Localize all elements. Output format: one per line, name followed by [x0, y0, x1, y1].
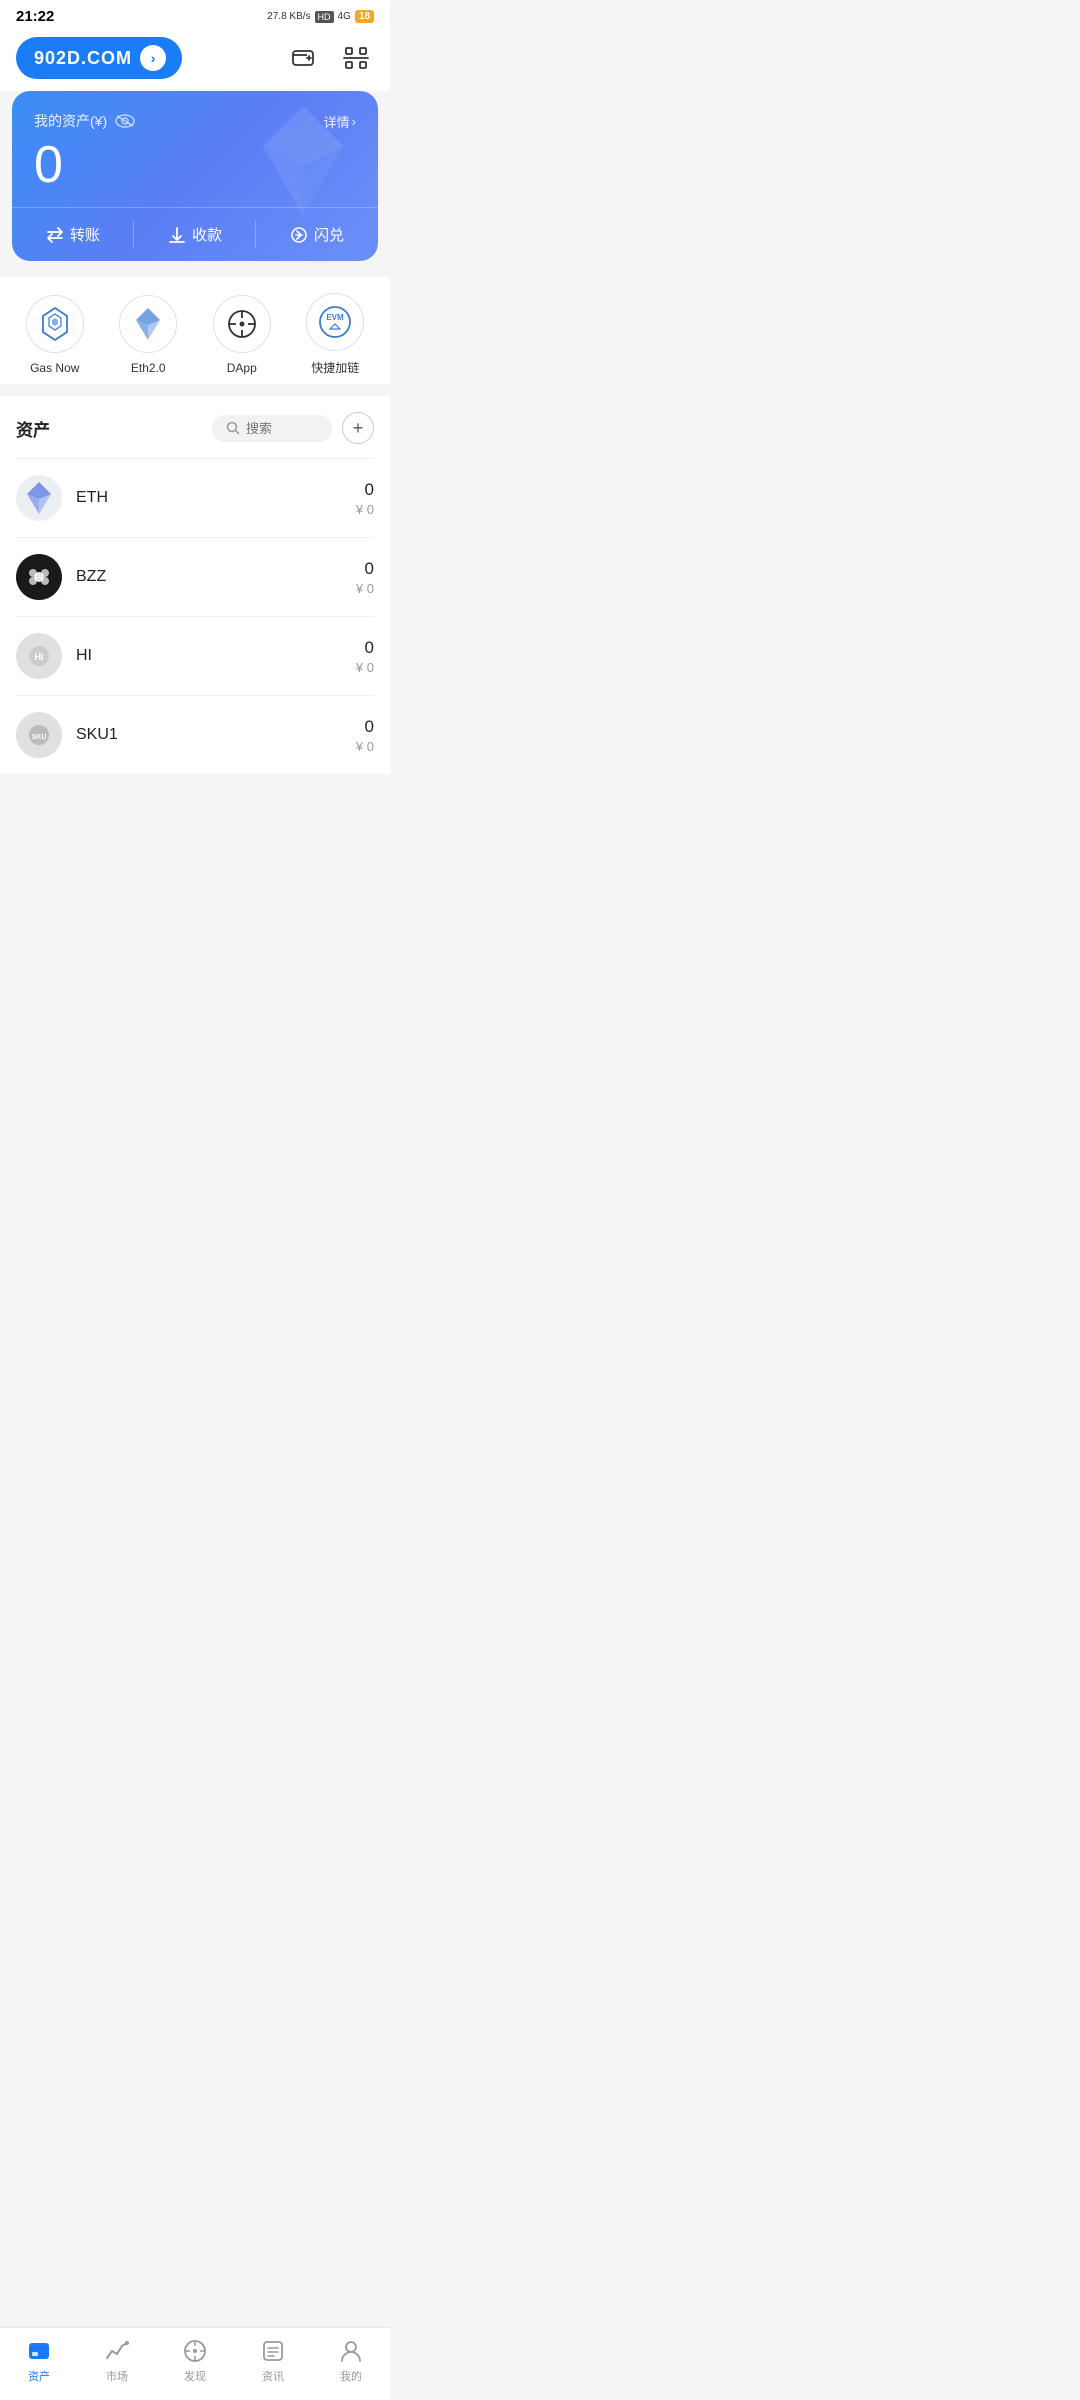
flash-icon: [290, 226, 308, 244]
evm-icon: EVM: [317, 304, 353, 340]
svg-text:HI: HI: [35, 652, 44, 662]
bottom-nav-mine[interactable]: 我的: [321, 2338, 381, 2384]
bottom-nav-news[interactable]: 资讯: [243, 2338, 303, 2384]
search-area: +: [212, 412, 374, 444]
bzz-coin-icon: [16, 554, 62, 600]
hi-cny: ¥ 0: [356, 660, 374, 675]
svg-text:SKU: SKU: [32, 734, 47, 741]
transfer-label: 转账: [70, 224, 100, 245]
receive-icon: [168, 226, 186, 244]
hd-badge: HD: [315, 11, 334, 23]
hi-name: HI: [76, 647, 356, 665]
eth2-icon: [133, 306, 163, 342]
quick-access-row: Gas Now Eth2.0 DApp: [0, 277, 390, 384]
quick-item-evm[interactable]: EVM 快捷加链: [300, 293, 370, 376]
bottom-nav-assets[interactable]: 资产: [9, 2338, 69, 2384]
discover-nav-icon: [182, 2338, 208, 2364]
quick-item-eth2[interactable]: Eth2.0: [113, 295, 183, 375]
asset-card: 我的资产(¥) 详情 › 0 转账: [12, 91, 378, 261]
assets-nav-label: 资产: [28, 2368, 50, 2384]
receive-button[interactable]: 收款: [134, 208, 256, 261]
search-box: [212, 415, 332, 442]
market-nav-label: 市场: [106, 2368, 128, 2384]
hi-coin-icon: HI: [16, 633, 62, 679]
search-icon: [226, 421, 240, 435]
add-icon: +: [353, 418, 364, 439]
battery-indicator: 18: [355, 10, 374, 23]
asset-actions: 转账 收款 闪兑: [12, 207, 378, 261]
discover-nav-label: 发现: [184, 2368, 206, 2384]
eth-name: ETH: [76, 489, 356, 507]
svg-text:EVM: EVM: [327, 313, 345, 322]
news-nav-label: 资讯: [262, 2368, 284, 2384]
brand-arrow-icon: ›: [140, 45, 166, 71]
search-input[interactable]: [246, 421, 316, 436]
transfer-button[interactable]: 转账: [12, 208, 134, 261]
eth2-icon-wrap: [119, 295, 177, 353]
transfer-icon: [46, 226, 64, 244]
gas-now-icon: [39, 306, 71, 342]
bzz-values: 0 ¥ 0: [356, 559, 374, 596]
quick-item-dapp[interactable]: DApp: [207, 295, 277, 375]
sku1-coin-icon: SKU: [16, 712, 62, 758]
bottom-nav-discover[interactable]: 发现: [165, 2338, 225, 2384]
bzz-cny: ¥ 0: [356, 581, 374, 596]
speed-indicator: 27.8 KB/s: [267, 11, 310, 22]
dapp-icon-wrap: [213, 295, 271, 353]
news-nav-icon: [260, 2338, 286, 2364]
eth-values: 0 ¥ 0: [356, 480, 374, 517]
mine-nav-icon: [338, 2338, 364, 2364]
status-icons: 27.8 KB/s HD 4G 18: [267, 10, 374, 23]
scan-icon: [343, 45, 369, 71]
wallet-add-icon: [291, 45, 317, 71]
bottom-nav-market[interactable]: 市场: [87, 2338, 147, 2384]
evm-icon-wrap: EVM: [306, 293, 364, 351]
bottom-nav: 资产 市场 发现: [0, 2327, 390, 2400]
nav-icons: [286, 40, 374, 76]
asset-item-eth[interactable]: ETH 0 ¥ 0: [16, 458, 374, 537]
bzz-amount: 0: [356, 559, 374, 579]
assets-title: 资产: [16, 416, 50, 441]
gas-now-icon-wrap: [26, 295, 84, 353]
eth-coin-icon: [16, 475, 62, 521]
asset-item-hi[interactable]: HI HI 0 ¥ 0: [16, 616, 374, 695]
evm-label: 快捷加链: [311, 359, 359, 376]
status-time: 21:22: [16, 8, 54, 25]
top-nav: 902D.COM ›: [0, 29, 390, 91]
sku1-name: SKU1: [76, 726, 356, 744]
eth2-label: Eth2.0: [131, 361, 166, 375]
asset-label: 我的资产(¥): [34, 111, 135, 131]
assets-section: 资产 + ETH 0 ¥ 0: [0, 396, 390, 774]
assets-nav-icon: [26, 2338, 52, 2364]
hi-amount: 0: [356, 638, 374, 658]
eth-amount: 0: [356, 480, 374, 500]
add-wallet-button[interactable]: [286, 40, 322, 76]
asset-item-sku1[interactable]: SKU SKU1 0 ¥ 0: [16, 695, 374, 774]
status-bar: 21:22 27.8 KB/s HD 4G 18: [0, 0, 390, 29]
flash-button[interactable]: 闪兑: [256, 208, 378, 261]
dapp-label: DApp: [227, 361, 257, 375]
asset-label-text: 我的资产(¥): [34, 111, 107, 131]
sku1-amount: 0: [356, 717, 374, 737]
eye-icon[interactable]: [115, 111, 135, 131]
asset-item-bzz[interactable]: BZZ 0 ¥ 0: [16, 537, 374, 616]
brand-button[interactable]: 902D.COM ›: [16, 37, 182, 79]
mine-nav-label: 我的: [340, 2368, 362, 2384]
dapp-icon: [226, 308, 258, 340]
brand-label: 902D.COM: [34, 48, 132, 69]
bzz-name: BZZ: [76, 568, 356, 586]
quick-item-gas-now[interactable]: Gas Now: [20, 295, 90, 375]
market-nav-icon: [104, 2338, 130, 2364]
sku1-cny: ¥ 0: [356, 739, 374, 754]
add-asset-button[interactable]: +: [342, 412, 374, 444]
eth-cny: ¥ 0: [356, 502, 374, 517]
receive-label: 收款: [192, 224, 222, 245]
sku1-values: 0 ¥ 0: [356, 717, 374, 754]
network-indicator: 4G: [338, 11, 351, 22]
assets-header: 资产 +: [16, 412, 374, 444]
hi-values: 0 ¥ 0: [356, 638, 374, 675]
scan-button[interactable]: [338, 40, 374, 76]
gas-now-label: Gas Now: [30, 361, 79, 375]
flash-label: 闪兑: [314, 224, 344, 245]
